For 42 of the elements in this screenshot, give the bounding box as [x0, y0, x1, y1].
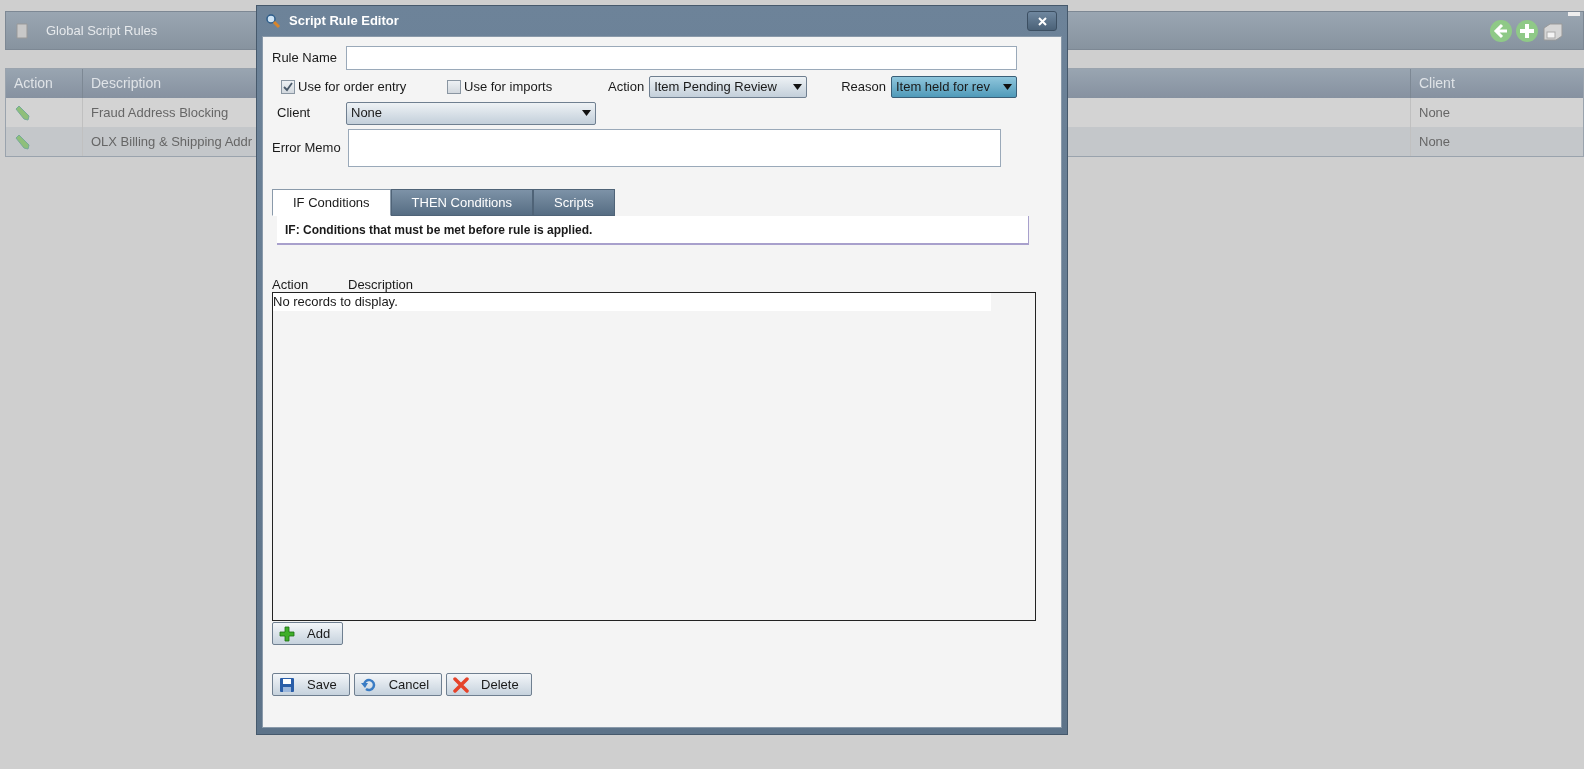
- tab[interactable]: Scripts: [533, 189, 615, 216]
- cancel-button[interactable]: Cancel: [353, 673, 443, 696]
- rule-name-field[interactable]: [346, 46, 1017, 70]
- tab[interactable]: THEN Conditions: [390, 189, 534, 216]
- client-dropdown[interactable]: None: [346, 101, 596, 125]
- caret-icon: [793, 84, 803, 90]
- close-button[interactable]: [1027, 11, 1057, 31]
- field-label: Client: [276, 104, 312, 123]
- save-button[interactable]: Save: [272, 673, 350, 696]
- magnifier-icon: [265, 13, 281, 29]
- table-cell-text: None: [1418, 132, 1452, 151]
- close-icon: [1037, 16, 1047, 26]
- checkmark-icon: [283, 82, 293, 92]
- pencil-icon[interactable]: [14, 133, 30, 150]
- field-label: Error Memo: [272, 139, 342, 158]
- checkbox[interactable]: [281, 80, 295, 94]
- add-circle-icon[interactable]: [1515, 18, 1539, 43]
- caret-icon: [1002, 84, 1012, 90]
- action-dropdown[interactable]: Item Pending Review: [649, 76, 808, 98]
- error-memo-field[interactable]: [348, 129, 1001, 167]
- field-label: Action: [608, 78, 645, 97]
- undo-arrow-icon: [360, 676, 377, 693]
- delete-button[interactable]: Delete: [446, 673, 532, 696]
- grid-column-header: Description: [348, 275, 414, 294]
- reason-dropdown[interactable]: Item held for rev: [890, 76, 1017, 98]
- tab-description-bar: IF: Conditions that must be met before rule is applied.: [277, 216, 1029, 245]
- table-cell-text: None: [1418, 103, 1452, 122]
- field-label: Rule Name: [272, 49, 339, 68]
- checkbox[interactable]: [447, 80, 461, 94]
- grid-column-header: Action: [272, 275, 310, 294]
- tab[interactable]: IF Conditions: [272, 189, 391, 216]
- dialog-title: Script Rule Editor: [289, 12, 399, 31]
- pencil-icon[interactable]: [14, 104, 30, 121]
- field-label: Reason: [841, 78, 886, 97]
- caret-icon: [582, 110, 591, 116]
- checkbox-label: Use for order entry: [298, 78, 407, 97]
- delete-x-icon: [453, 676, 470, 693]
- checkbox-label: Use for imports: [464, 78, 553, 97]
- page-title: Global Script Rules: [46, 21, 158, 40]
- add-button[interactable]: Add: [272, 622, 344, 645]
- empty-grid-message: No records to display.: [273, 293, 991, 311]
- plus-icon: [279, 625, 295, 642]
